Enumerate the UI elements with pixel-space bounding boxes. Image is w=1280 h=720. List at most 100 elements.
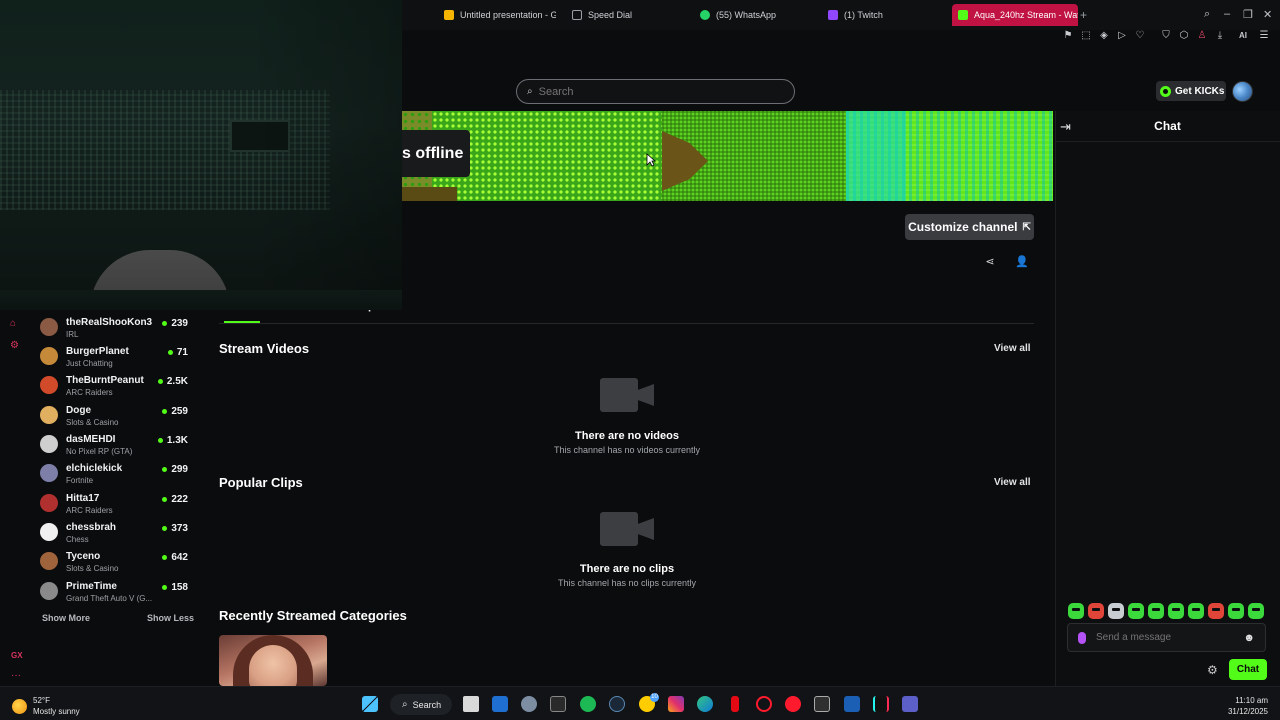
channel-avatar (40, 347, 58, 365)
play-icon[interactable]: ▷ (1116, 30, 1128, 42)
opera-icon[interactable] (785, 696, 801, 712)
chat-settings-icon[interactable]: ⚙ (1207, 663, 1218, 677)
extensions-icon[interactable]: ⬡ (1178, 30, 1190, 42)
get-kicks-button[interactable]: Get KICKs (1156, 81, 1226, 101)
netflix-icon[interactable] (731, 696, 739, 712)
steam-icon[interactable] (609, 696, 625, 712)
following-item[interactable]: PrimeTime Grand Theft Auto V (G... 158 (40, 577, 196, 603)
following-item[interactable]: Tyceno Slots & Casino 642 (40, 547, 196, 573)
tab-speed-dial[interactable]: Speed Dial (572, 5, 662, 25)
msi-icon[interactable] (844, 696, 860, 712)
customize-channel-button[interactable]: Customize channel ⇱ (905, 214, 1034, 240)
opera-gx-icon[interactable] (756, 696, 772, 712)
restore-icon[interactable]: ❐ (1243, 8, 1253, 21)
show-more-button[interactable]: Show More (42, 613, 90, 623)
browser-toolbar: ⚑ ⬚ ◈ ▷ ♡ ⛉ ⬡ ♙ ⤓ AI ☰ (1060, 30, 1280, 46)
external-link-icon: ⇱ (1022, 221, 1031, 233)
profile-icon[interactable]: ♙ (1196, 30, 1208, 42)
emote-icon[interactable] (1088, 603, 1104, 619)
emote-icon[interactable] (1228, 603, 1244, 619)
vpn-icon[interactable]: ⛉ (1160, 30, 1172, 42)
channel-category: ARC Raiders (66, 388, 113, 397)
heart-icon[interactable]: ♡ (1134, 30, 1146, 42)
settings-icon[interactable]: ⚙ (10, 340, 19, 351)
tab-kick-stream[interactable]: Aqua_240hz Stream - Wat (952, 4, 1078, 26)
task-view-icon[interactable] (463, 696, 479, 712)
close-window-icon[interactable]: ✕ (1263, 8, 1272, 21)
chat-message-input[interactable] (1096, 632, 1226, 643)
following-item[interactable]: BurgerPlanet Just Chatting 71 (40, 342, 196, 368)
whatsapp-icon (700, 10, 710, 20)
viewer-count-value: 642 (171, 552, 188, 563)
gx-icon[interactable]: GX (11, 651, 23, 660)
system-clock[interactable]: 11:10 am 31/12/2025 (1210, 695, 1268, 717)
bookmark-icon[interactable]: ⚑ (1062, 30, 1074, 42)
chat-send-button[interactable]: Chat (1229, 659, 1267, 680)
store-icon[interactable] (492, 696, 508, 712)
channel-category: No Pixel RP (GTA) (66, 447, 133, 456)
edge-icon[interactable] (697, 696, 713, 712)
following-item[interactable]: theRealShooKon3 IRL 239 (40, 313, 196, 339)
home-icon[interactable]: ⌂ (10, 318, 16, 329)
follow-user-icon[interactable]: 👤 (1015, 255, 1029, 268)
emote-icon[interactable] (1168, 603, 1184, 619)
tab-untitled-presentation[interactable]: Untitled presentation - Go (444, 5, 556, 25)
weather-widget[interactable]: 52°F Mostly sunny (12, 695, 80, 717)
emoji-icon[interactable]: ☻ (1243, 632, 1255, 644)
emote-icon[interactable] (1108, 603, 1124, 619)
emote-icon[interactable] (1068, 603, 1084, 619)
emote-icon[interactable] (1208, 603, 1224, 619)
menu-icon[interactable]: ☰ (1258, 30, 1270, 42)
show-less-button[interactable]: Show Less (147, 613, 194, 623)
download-icon[interactable]: ⤓ (1214, 30, 1226, 42)
settings-app-icon[interactable] (521, 696, 537, 712)
camera-lens (636, 384, 654, 406)
user-avatar[interactable] (1232, 81, 1253, 102)
windows-start-icon[interactable] (362, 696, 378, 712)
taskbar-search[interactable]: ⌕ Search (390, 694, 452, 715)
tab-whatsapp[interactable]: (55) WhatsApp (700, 5, 800, 25)
category-card[interactable] (219, 635, 327, 686)
more-icon[interactable]: ··· (11, 670, 21, 681)
new-tab-button[interactable]: + (1080, 8, 1087, 22)
search-tabs-icon[interactable]: ⌕ (1204, 8, 1210, 21)
emote-icon[interactable] (1148, 603, 1164, 619)
following-item[interactable]: chessbrah Chess 373 (40, 518, 196, 544)
mail-icon[interactable] (814, 696, 830, 712)
live-dot-icon (157, 379, 163, 384)
spotify-icon[interactable] (580, 696, 596, 712)
emote-icon[interactable] (1248, 603, 1264, 619)
search-input[interactable] (538, 85, 759, 98)
following-item[interactable]: TheBurntPeanut ARC Raiders 2.5K (40, 371, 196, 397)
viewer-count: 158 (162, 582, 188, 593)
chat-input-box[interactable]: ☻ (1067, 623, 1266, 652)
following-item[interactable]: Hitta17 ARC Raiders 222 (40, 489, 196, 515)
tiktok-icon[interactable] (873, 696, 889, 712)
viewer-count-value: 299 (171, 464, 188, 475)
emote-icon[interactable] (1128, 603, 1144, 619)
following-item[interactable]: dasMEHDI No Pixel RP (GTA) 1.3K (40, 430, 196, 456)
following-item[interactable]: Doge Slots & Casino 259 (40, 401, 196, 427)
ai-button[interactable]: AI (1232, 30, 1254, 42)
channel-name: elchiclekick (66, 463, 123, 474)
snapshot-icon[interactable]: ⬚ (1080, 30, 1092, 42)
microphone-icon[interactable] (1078, 631, 1086, 644)
viewer-count-value: 2.5K (166, 376, 188, 387)
teams-icon[interactable] (902, 696, 918, 712)
tab-twitch[interactable]: (1) Twitch (828, 5, 918, 25)
channel-avatar (40, 552, 58, 570)
stream-videos-view-all-link[interactable]: View all (994, 343, 1031, 354)
search-box[interactable]: ⌕ (516, 79, 795, 104)
channel-category: ARC Raiders (66, 506, 113, 515)
live-dot-icon (162, 585, 168, 590)
share-icon[interactable]: ⋖ (984, 255, 996, 268)
popular-clips-view-all-link[interactable]: View all (994, 477, 1031, 488)
following-item[interactable]: elchiclekick Fortnite 299 (40, 459, 196, 485)
emote-icon[interactable] (1188, 603, 1204, 619)
tab-label: (1) Twitch (844, 10, 883, 20)
epic-games-icon[interactable] (550, 696, 566, 712)
shield-icon[interactable]: ◈ (1098, 30, 1110, 42)
instagram-icon[interactable] (668, 696, 684, 712)
minimize-icon[interactable]: – (1224, 8, 1230, 20)
channel-name: PrimeTime (66, 581, 117, 592)
